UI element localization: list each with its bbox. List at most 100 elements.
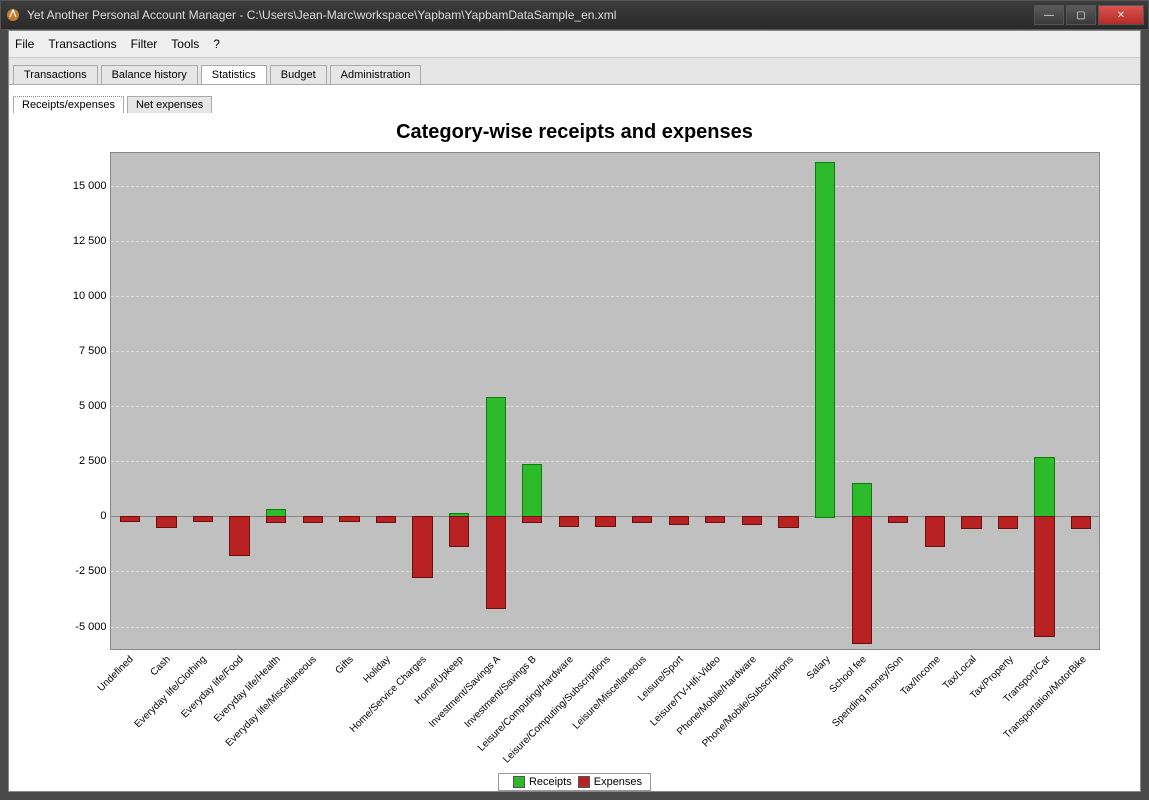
bars-layer bbox=[111, 153, 1099, 649]
window-title: Yet Another Personal Account Manager - C… bbox=[27, 8, 1032, 22]
category-slot bbox=[916, 153, 953, 649]
y-tick-label: -2 500 bbox=[49, 565, 111, 577]
chart-title: Category-wise receipts and expenses bbox=[396, 121, 753, 144]
x-tick-label: Gifts bbox=[333, 654, 355, 676]
expense-bar bbox=[376, 516, 396, 522]
maximize-button[interactable]: ▢ bbox=[1066, 5, 1096, 25]
tab-administration[interactable]: Administration bbox=[330, 65, 422, 84]
x-label-slot: Undefined bbox=[110, 650, 147, 769]
category-slot bbox=[733, 153, 770, 649]
tab-statistics[interactable]: Statistics bbox=[201, 65, 267, 84]
category-slot bbox=[550, 153, 587, 649]
expense-bar bbox=[998, 516, 1018, 529]
x-label-slot: Tax/Income bbox=[916, 650, 953, 769]
legend-swatch-receipts bbox=[513, 776, 525, 788]
expense-bar bbox=[1034, 516, 1054, 637]
x-label-slot: Tax/Local bbox=[953, 650, 990, 769]
tab-transactions[interactable]: Transactions bbox=[13, 65, 98, 84]
expense-bar bbox=[339, 516, 359, 521]
receipt-bar bbox=[1034, 457, 1054, 518]
x-label-slot: Leisure/Miscellaneous bbox=[623, 650, 660, 769]
app-icon bbox=[5, 7, 21, 23]
expense-bar bbox=[888, 516, 908, 522]
expense-bar bbox=[669, 516, 689, 525]
category-slot bbox=[293, 153, 330, 649]
expense-bar bbox=[632, 516, 652, 522]
x-label-slot: Home/Service Charges bbox=[403, 650, 440, 769]
sub-tabs: Receipts/expenses Net expenses bbox=[9, 85, 1140, 113]
x-label-slot: Transportation/MotorBike bbox=[1063, 650, 1100, 769]
sub-tab-receipts-expenses[interactable]: Receipts/expenses bbox=[13, 96, 124, 113]
category-slot bbox=[184, 153, 221, 649]
menu-file[interactable]: File bbox=[15, 37, 34, 51]
expense-bar bbox=[229, 516, 249, 555]
legend-expenses-label: Expenses bbox=[594, 776, 642, 788]
expense-bar bbox=[925, 516, 945, 547]
x-label-slot: Salary bbox=[806, 650, 843, 769]
category-slot bbox=[806, 153, 843, 649]
category-slot bbox=[696, 153, 733, 649]
category-slot bbox=[257, 153, 294, 649]
legend-receipts-label: Receipts bbox=[529, 776, 572, 788]
expense-bar bbox=[193, 516, 213, 521]
y-tick-label: 5 000 bbox=[49, 400, 111, 412]
x-tick-label: Cash bbox=[148, 654, 172, 678]
category-slot bbox=[586, 153, 623, 649]
expense-bar bbox=[412, 516, 432, 577]
expense-bar bbox=[852, 516, 872, 644]
expense-bar bbox=[120, 516, 140, 521]
main-tabs: Transactions Balance history Statistics … bbox=[9, 58, 1140, 85]
category-slot bbox=[403, 153, 440, 649]
category-slot bbox=[659, 153, 696, 649]
legend-swatch-expenses bbox=[578, 776, 590, 788]
expense-bar bbox=[705, 516, 725, 522]
tab-balance-history[interactable]: Balance history bbox=[101, 65, 198, 84]
expense-bar bbox=[266, 516, 286, 522]
category-slot bbox=[111, 153, 148, 649]
x-tick-label: Salary bbox=[805, 654, 833, 682]
x-axis-labels: UndefinedCashEveryday life/ClothingEvery… bbox=[50, 650, 1100, 769]
plot-area: 15 00012 50010 0007 5005 0002 5000-2 500… bbox=[110, 152, 1100, 650]
titlebar: Yet Another Personal Account Manager - C… bbox=[0, 0, 1149, 30]
category-slot bbox=[1025, 153, 1062, 649]
expense-bar bbox=[486, 516, 506, 608]
expense-bar bbox=[449, 516, 469, 547]
close-button[interactable]: ✕ bbox=[1098, 5, 1144, 25]
chart-panel: Category-wise receipts and expenses 15 0… bbox=[9, 113, 1140, 791]
category-slot bbox=[367, 153, 404, 649]
category-slot bbox=[623, 153, 660, 649]
client-area: File Transactions Filter Tools ? Transac… bbox=[8, 30, 1141, 792]
category-slot bbox=[513, 153, 550, 649]
y-tick-label: -5 000 bbox=[49, 621, 111, 633]
x-tick-label: Holiday bbox=[361, 654, 392, 685]
menu-transactions[interactable]: Transactions bbox=[48, 37, 116, 51]
menu-filter[interactable]: Filter bbox=[131, 37, 158, 51]
category-slot bbox=[842, 153, 879, 649]
expense-bar bbox=[595, 516, 615, 527]
menu-help[interactable]: ? bbox=[213, 37, 220, 51]
sub-tab-net-expenses[interactable]: Net expenses bbox=[127, 96, 212, 113]
expense-bar bbox=[961, 516, 981, 529]
expense-bar bbox=[303, 516, 323, 522]
x-label-slot: Everyday life/Miscellaneous bbox=[293, 650, 330, 769]
menu-tools[interactable]: Tools bbox=[171, 37, 199, 51]
plot-area-wrap: 15 00012 50010 0007 5005 0002 5000-2 500… bbox=[50, 152, 1100, 650]
category-slot bbox=[147, 153, 184, 649]
category-slot bbox=[952, 153, 989, 649]
receipt-bar bbox=[815, 162, 835, 519]
receipt-bar bbox=[522, 464, 542, 519]
category-slot bbox=[440, 153, 477, 649]
category-slot bbox=[1062, 153, 1099, 649]
category-slot bbox=[989, 153, 1026, 649]
x-label-slot: Phone/Mobile/Subscriptions bbox=[770, 650, 807, 769]
category-slot bbox=[879, 153, 916, 649]
expense-bar bbox=[559, 516, 579, 527]
minimize-button[interactable]: — bbox=[1034, 5, 1064, 25]
y-tick-label: 15 000 bbox=[49, 180, 111, 192]
x-label-slot: Spending money/Son bbox=[880, 650, 917, 769]
window-buttons: — ▢ ✕ bbox=[1032, 5, 1144, 25]
app-window: Yet Another Personal Account Manager - C… bbox=[0, 0, 1149, 800]
tab-budget[interactable]: Budget bbox=[270, 65, 327, 84]
receipt-bar bbox=[852, 483, 872, 518]
category-slot bbox=[769, 153, 806, 649]
